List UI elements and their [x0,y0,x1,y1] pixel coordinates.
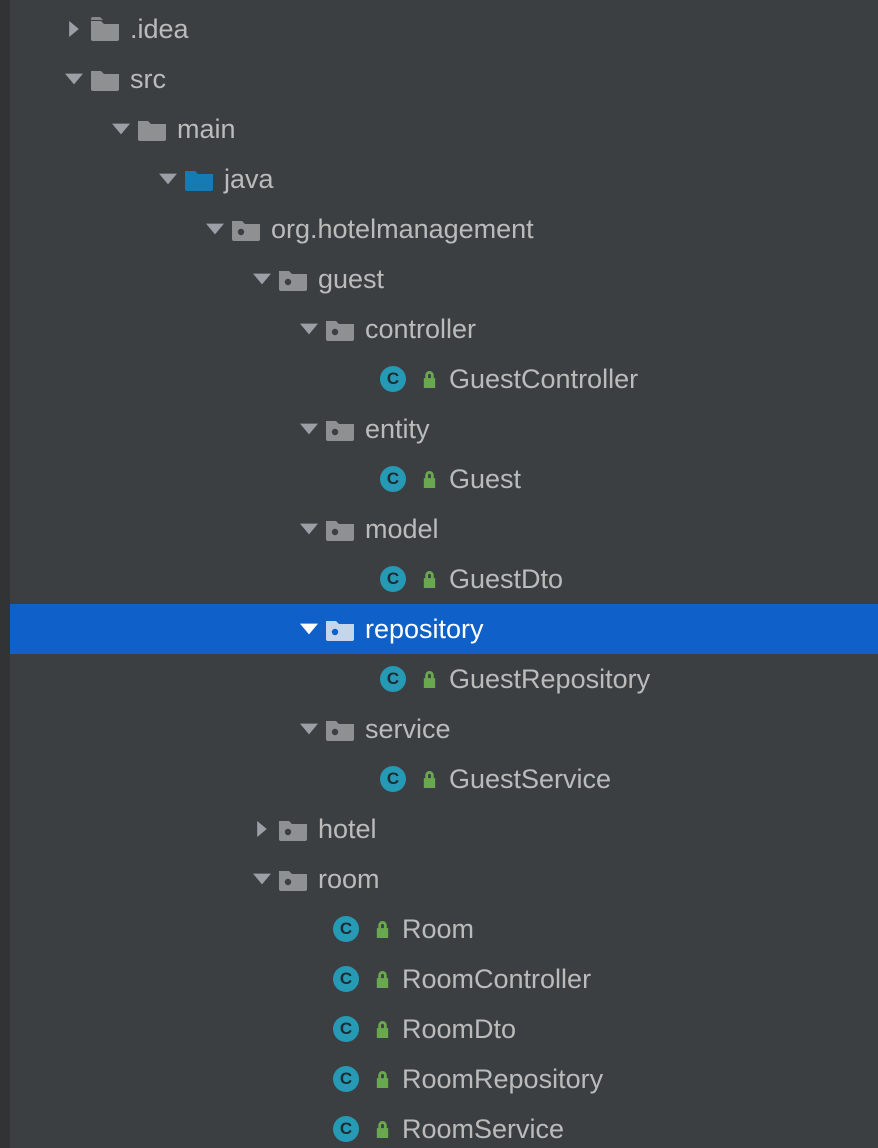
chevron-down-icon[interactable] [293,713,325,745]
tree-node-guest-repository[interactable]: C GuestRepository [0,654,878,704]
vcs-added-icon [416,671,441,688]
tree-label: RoomController [402,964,591,995]
java-class-icon: C [333,1016,359,1042]
left-gutter [0,0,10,1148]
chevron-right-icon[interactable] [246,813,278,845]
vcs-added-icon [369,921,394,938]
folder-icon [137,117,167,141]
tree-node-guest-service[interactable]: C GuestService [0,754,878,804]
tree-label: room [318,864,380,895]
package-icon [278,867,308,891]
vcs-added-icon [416,771,441,788]
tree-node-idea[interactable]: .idea [0,4,878,54]
package-icon [325,517,355,541]
tree-label: src [130,64,166,95]
folder-icon [90,17,120,41]
package-icon [231,217,261,241]
tree-label: GuestController [449,364,638,395]
chevron-right-icon[interactable] [58,13,90,45]
tree-node-service[interactable]: service [0,704,878,754]
chevron-down-icon[interactable] [293,313,325,345]
java-class-icon: C [380,466,406,492]
vcs-added-icon [369,971,394,988]
tree-node-room-repository[interactable]: C RoomRepository [0,1054,878,1104]
chevron-down-icon[interactable] [105,113,137,145]
tree-label: GuestRepository [449,664,650,695]
chevron-down-icon[interactable] [293,413,325,445]
vcs-added-icon [369,1021,394,1038]
package-icon [278,817,308,841]
tree-node-controller[interactable]: controller [0,304,878,354]
tree-label: RoomRepository [402,1064,603,1095]
vcs-added-icon [369,1071,394,1088]
tree-node-hotel[interactable]: hotel [0,804,878,854]
project-tree: .idea src main java [0,0,878,1148]
tree-label: GuestService [449,764,611,795]
tree-label: guest [318,264,384,295]
tree-node-root-package[interactable]: org.hotelmanagement [0,204,878,254]
java-class-icon: C [333,966,359,992]
java-class-icon: C [380,666,406,692]
tree-label: .idea [130,14,189,45]
tree-node-entity[interactable]: entity [0,404,878,454]
package-icon [278,267,308,291]
chevron-down-icon[interactable] [246,863,278,895]
tree-node-guest-class[interactable]: C Guest [0,454,878,504]
chevron-down-icon[interactable] [293,613,325,645]
java-class-icon: C [380,366,406,392]
tree-label: hotel [318,814,377,845]
tree-label: Room [402,914,474,945]
tree-node-room[interactable]: room [0,854,878,904]
package-icon [325,717,355,741]
tree-label: entity [365,414,430,445]
chevron-down-icon[interactable] [293,513,325,545]
chevron-down-icon[interactable] [58,63,90,95]
java-class-icon: C [333,1116,359,1142]
vcs-added-icon [369,1121,394,1138]
tree-node-room-dto[interactable]: C RoomDto [0,1004,878,1054]
package-icon [325,417,355,441]
tree-label: main [177,114,236,145]
tree-node-guest-dto[interactable]: C GuestDto [0,554,878,604]
tree-node-room-controller[interactable]: C RoomController [0,954,878,1004]
tree-label: RoomDto [402,1014,516,1045]
tree-node-repository[interactable]: repository [0,604,878,654]
chevron-down-icon[interactable] [152,163,184,195]
tree-label: Guest [449,464,521,495]
package-icon [325,617,355,641]
tree-node-model[interactable]: model [0,504,878,554]
tree-label: model [365,514,439,545]
java-class-icon: C [380,766,406,792]
vcs-added-icon [416,471,441,488]
tree-node-main[interactable]: main [0,104,878,154]
java-class-icon: C [333,1066,359,1092]
tree-label: repository [365,614,484,645]
tree-label: RoomService [402,1114,564,1145]
vcs-added-icon [416,371,441,388]
tree-node-guest-controller[interactable]: C GuestController [0,354,878,404]
folder-icon [90,67,120,91]
package-icon [325,317,355,341]
java-class-icon: C [333,916,359,942]
tree-node-room-service[interactable]: C RoomService [0,1104,878,1148]
tree-label: controller [365,314,476,345]
tree-node-guest[interactable]: guest [0,254,878,304]
tree-label: org.hotelmanagement [271,214,534,245]
tree-node-java[interactable]: java [0,154,878,204]
chevron-down-icon[interactable] [199,213,231,245]
tree-node-src[interactable]: src [0,54,878,104]
tree-label: GuestDto [449,564,563,595]
source-folder-icon [184,167,214,191]
tree-label: service [365,714,451,745]
vcs-added-icon [416,571,441,588]
tree-node-room-class[interactable]: C Room [0,904,878,954]
tree-label: java [224,164,274,195]
java-class-icon: C [380,566,406,592]
chevron-down-icon[interactable] [246,263,278,295]
